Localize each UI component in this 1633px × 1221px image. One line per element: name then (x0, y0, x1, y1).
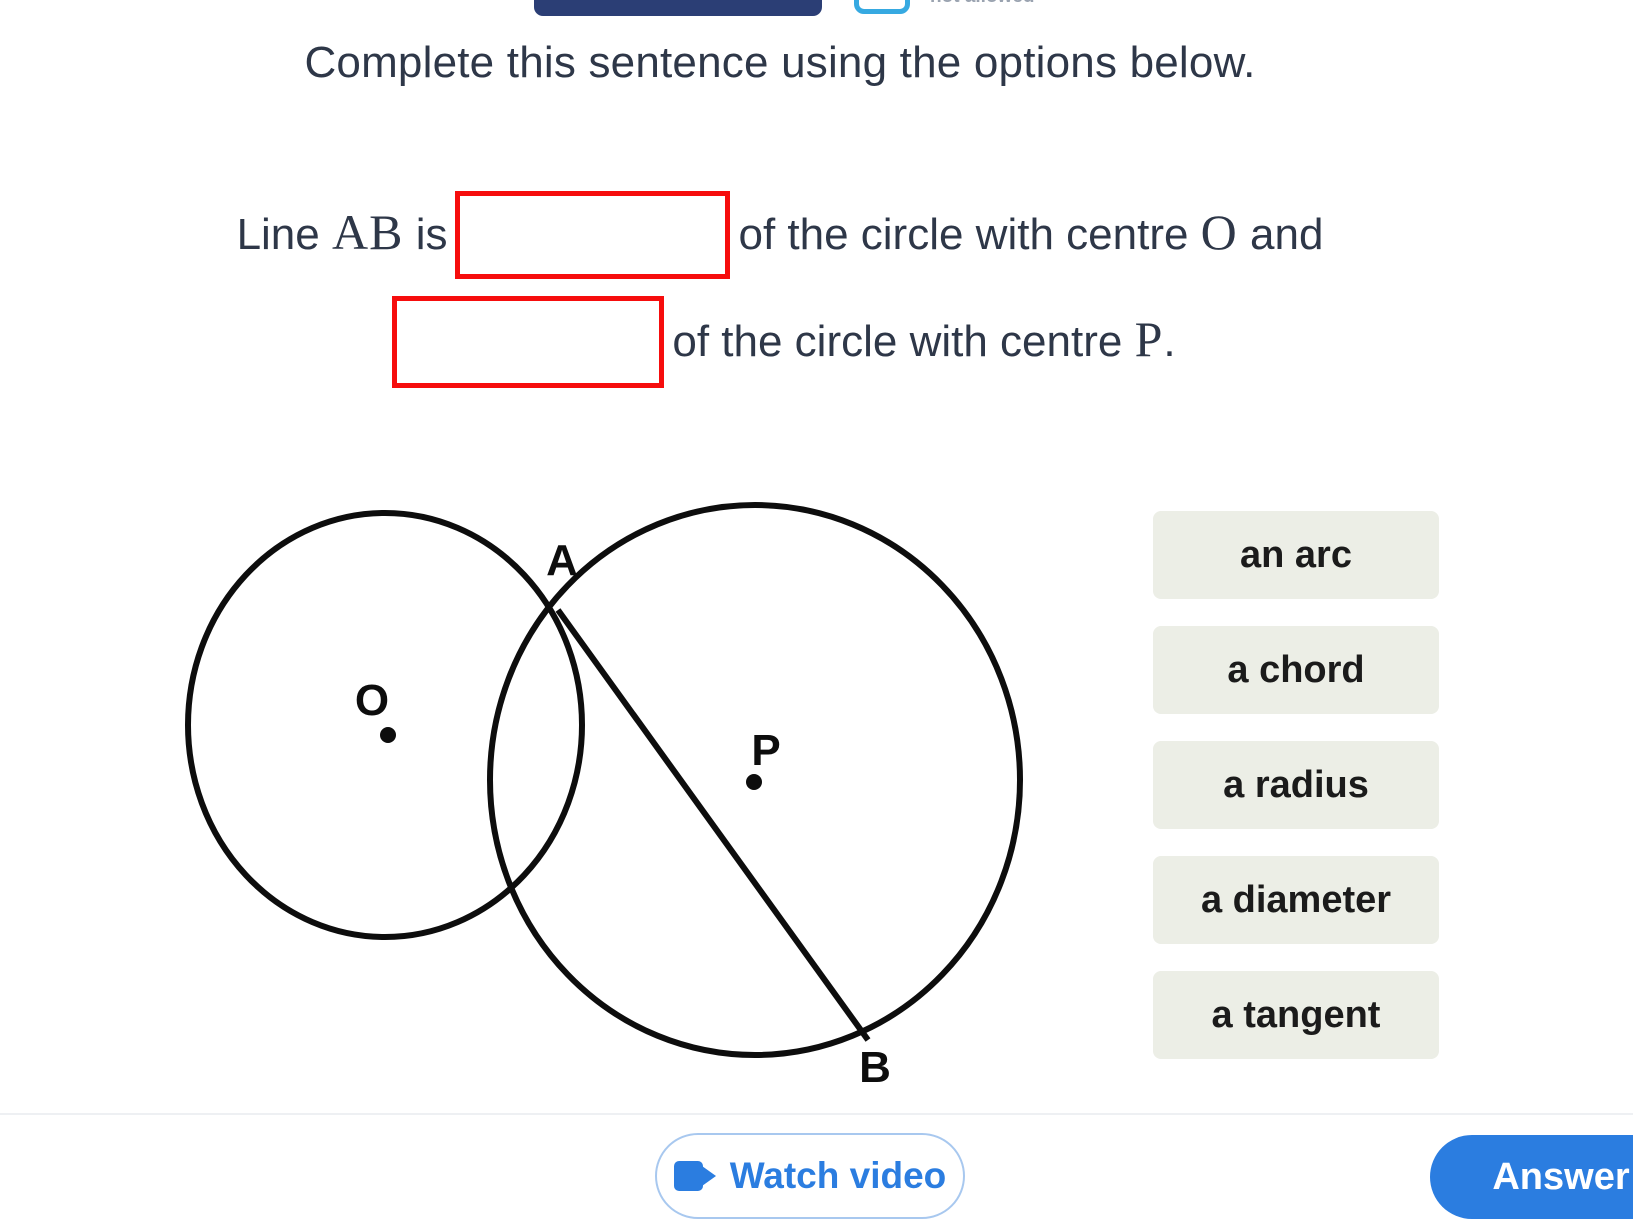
option-chip-diameter[interactable]: a diameter (1153, 856, 1439, 944)
centre-point-o-dot (380, 727, 396, 743)
sentence-row-2: of the circle with centre P. (0, 287, 1560, 394)
question-sentence: Line AB is of the circle with centre O an… (0, 180, 1560, 394)
sentence-row-1: Line AB is of the circle with centre O an… (0, 180, 1560, 287)
page-title: Complete this sentence using the options… (304, 38, 1256, 87)
answer-button[interactable]: Answer (1430, 1135, 1633, 1219)
label-b: B (859, 1043, 891, 1090)
centre-o-label: O (1200, 204, 1238, 260)
answer-blank-1[interactable] (455, 191, 731, 280)
video-camera-icon (673, 1161, 716, 1191)
option-chip-chord[interactable]: a chord (1153, 626, 1439, 714)
sentence-text-period: . (1163, 317, 1176, 366)
diagram-svg: O P A B (185, 502, 1023, 1090)
option-chip-arc[interactable]: an arc (1153, 511, 1439, 599)
watch-video-label: Watch video (729, 1155, 947, 1196)
circle-centre-o (185, 510, 585, 940)
centre-point-p-dot (746, 774, 762, 790)
label-o: O (355, 676, 389, 725)
label-p: P (751, 726, 780, 775)
option-chip-tangent[interactable]: a tangent (1153, 971, 1439, 1059)
line-segment-ab (555, 608, 871, 1042)
sentence-text-line1-mid: of the circle with centre (738, 210, 1189, 259)
watch-video-button[interactable]: Watch video (655, 1133, 965, 1219)
answer-options-list: an arc a chord a radius a diameter a tan… (1153, 511, 1439, 1086)
top-nav-button[interactable] (534, 0, 822, 16)
answer-button-label: Answer (1492, 1155, 1630, 1198)
label-a: A (546, 536, 578, 585)
sentence-text-and: and (1250, 210, 1324, 259)
answer-blank-2[interactable] (392, 296, 665, 389)
sentence-text-line-pre: Line (236, 210, 320, 259)
sentence-text-line2-mid: of the circle with centre (672, 317, 1123, 366)
centre-p-label: P (1134, 311, 1164, 367)
two-circles-diagram: O P A B (150, 470, 1070, 1090)
segment-ab-label: AB (331, 204, 404, 260)
option-chip-radius[interactable]: a radius (1153, 741, 1439, 829)
not-allowed-status-label: not allowed (930, 0, 1130, 8)
top-toolbar-strip: not allowed (0, 0, 1633, 16)
sentence-text-is: is (415, 210, 448, 259)
rounded-rect-toggle-icon[interactable] (854, 0, 910, 14)
